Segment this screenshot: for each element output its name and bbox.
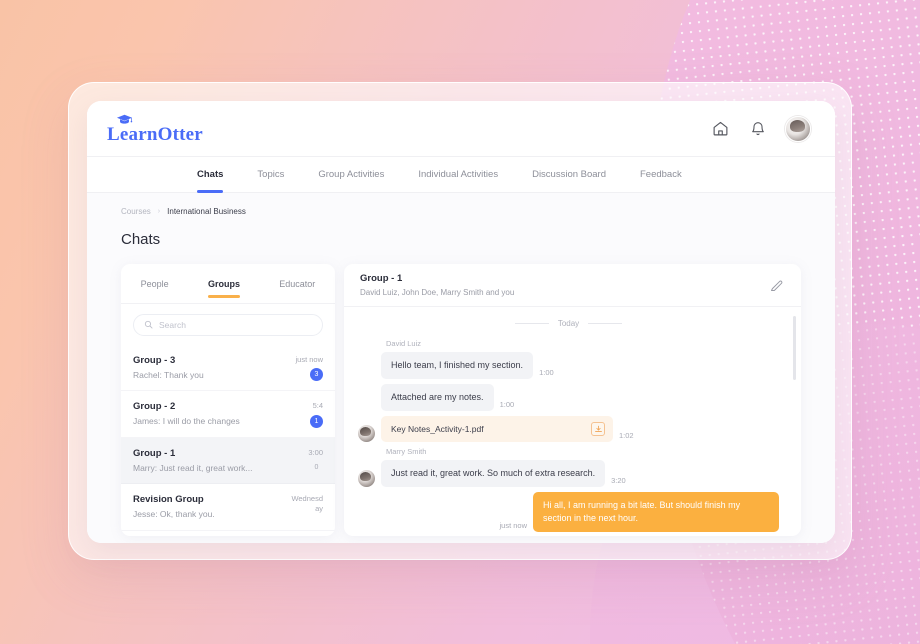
main-navigation: Chats Topics Group Activities Individual… <box>87 157 835 193</box>
app-header: LearnOtter <box>87 101 835 157</box>
search-input[interactable] <box>159 320 312 330</box>
breadcrumb-courses[interactable]: Courses <box>121 207 151 216</box>
list-item-meta: just now 3 <box>289 355 323 382</box>
conversation-list-tabs: People Groups Educator <box>121 264 335 304</box>
chat-layout: People Groups Educator Search Group - 3 … <box>121 264 801 536</box>
edit-pencil-icon[interactable] <box>768 277 785 294</box>
nav-tab-discussion-board[interactable]: Discussion Board <box>532 157 606 193</box>
conversation-header: Group - 1 David Luiz, John Doe, Marry Sm… <box>344 264 801 307</box>
list-item-time: Wednesday <box>291 494 323 513</box>
message-time: just now <box>499 521 527 531</box>
message-row: Key Notes_Activity-1.pdf 1:02 <box>358 416 779 443</box>
list-item-time: 5:4 <box>312 401 323 411</box>
breadcrumb-current: International Business <box>167 207 246 216</box>
tab-groups[interactable]: Groups <box>207 264 240 304</box>
conversation-list-panel: People Groups Educator Search Group - 3 … <box>121 264 335 536</box>
message-group-own: just now Hi all, I am running a bit late… <box>358 492 779 533</box>
nav-tab-individual-activities[interactable]: Individual Activities <box>418 157 498 193</box>
message-row: Attached are my notes. 1:00 <box>358 384 779 412</box>
conversation-header-main: Group - 1 David Luiz, John Doe, Marry Sm… <box>360 273 768 297</box>
list-item-preview: Jesse: Ok, thank you. <box>133 509 215 520</box>
conversation-panel: Group - 1 David Luiz, John Doe, Marry Sm… <box>344 264 801 536</box>
conversation-title: Group - 1 <box>360 273 403 284</box>
app-frame: LearnOtter Chats Topics Group Activities… <box>68 82 852 560</box>
app-card: LearnOtter Chats Topics Group Activities… <box>87 101 835 543</box>
conversation-members: David Luiz, John Doe, Marry Smith and yo… <box>360 288 515 297</box>
list-item-main: Revision Group Jesse: Ok, thank you. <box>133 494 283 520</box>
message-time: 3:20 <box>611 476 626 486</box>
divider-line-left <box>514 323 549 324</box>
search-icon <box>144 316 153 334</box>
list-item[interactable]: Revision Group Jesse: Ok, thank you. Wed… <box>121 484 335 531</box>
message-list-scrollbar[interactable] <box>793 316 796 380</box>
list-item[interactable]: Group - 3 Rachel: Thank you just now 3 <box>121 345 335 392</box>
list-item-unread-badge: 1 <box>310 414 323 428</box>
message-sender: David Luiz <box>386 339 422 348</box>
list-item[interactable]: Group - 2 James: I will do the changes 5… <box>121 391 335 438</box>
breadcrumb: Courses › International Business <box>121 207 801 216</box>
message-bubble-own[interactable]: Hi all, I am running a bit late. But sho… <box>533 492 779 533</box>
list-item-meta: 5:4 1 <box>289 401 323 428</box>
list-item-title: Group - 3 <box>133 355 176 366</box>
message-row: Just read it, great work. So much of ext… <box>358 460 779 488</box>
tab-educator[interactable]: Educator <box>279 264 315 304</box>
message-time: 1:00 <box>499 400 515 410</box>
list-item-selected[interactable]: Group - 1 Marry: Just read it, great wor… <box>121 437 335 485</box>
message-row-own: just now Hi all, I am running a bit late… <box>358 492 779 533</box>
list-item-main: Group - 1 Marry: Just read it, great wor… <box>133 448 283 474</box>
list-item-preview: James: I will do the changes <box>133 416 240 427</box>
list-item-preview: Rachel: Thank you <box>133 370 204 380</box>
list-item-title: Revision Group <box>133 494 204 506</box>
message-row: Hello team, I finished my section. 1:00 <box>358 352 779 380</box>
day-divider-label: Today <box>557 319 580 328</box>
brand-logo[interactable]: LearnOtter <box>107 112 203 146</box>
message-time: 1:02 <box>619 431 634 441</box>
nav-tab-chats[interactable]: Chats <box>197 157 224 193</box>
tab-people[interactable]: People <box>141 264 169 304</box>
message-sender: Marry Smith <box>386 447 427 457</box>
home-icon[interactable] <box>709 118 731 140</box>
download-icon[interactable] <box>591 422 605 437</box>
header-actions <box>709 115 811 142</box>
list-item-meta: 3:00 0 <box>289 448 323 474</box>
page-title: Chats <box>121 231 161 248</box>
conversation-list[interactable]: Group - 3 Rachel: Thank you just now 3 G… <box>121 345 335 536</box>
message-list[interactable]: Today David Luiz Hello team, I finished … <box>344 307 801 536</box>
file-attachment-bubble[interactable]: Key Notes_Activity-1.pdf <box>381 416 613 443</box>
nav-tab-feedback[interactable]: Feedback <box>640 157 682 193</box>
sender-avatar <box>358 470 375 488</box>
list-item-unread-badge: 3 <box>310 368 323 382</box>
message-bubble[interactable]: Hello team, I finished my section. <box>381 352 534 380</box>
list-item-time: just now <box>295 355 323 364</box>
sender-avatar <box>358 425 375 443</box>
list-item-preview: Marry: Just read it, great work... <box>133 462 253 473</box>
day-divider: Today <box>358 319 779 328</box>
page-background: LearnOtter Chats Topics Group Activities… <box>0 0 920 644</box>
list-item-title: Group - 1 <box>133 447 176 459</box>
avatar-spacer <box>358 394 375 411</box>
message-group: Marry Smith Just read it, great work. So… <box>358 447 779 488</box>
brand-name: LearnOtter <box>107 123 203 145</box>
list-item-main: Group - 3 Rachel: Thank you <box>133 355 283 381</box>
search-row <box>121 304 335 345</box>
avatar-spacer <box>358 362 375 379</box>
search-box[interactable] <box>133 314 323 336</box>
page-body: Courses › International Business Chats P… <box>87 193 835 543</box>
list-item-unread-badge: 0 <box>314 464 319 472</box>
list-item-title: Group - 2 <box>133 401 176 413</box>
nav-tab-group-activities[interactable]: Group Activities <box>318 157 384 193</box>
file-name: Key Notes_Activity-1.pdf <box>391 423 484 434</box>
breadcrumb-separator-icon: › <box>157 208 161 215</box>
nav-tab-topics[interactable]: Topics <box>257 157 284 193</box>
avatar[interactable] <box>785 115 811 142</box>
message-bubble[interactable]: Attached are my notes. <box>381 384 494 412</box>
message-time: 1:00 <box>539 368 554 378</box>
list-item-meta: Wednesday <box>289 494 323 520</box>
list-item-time: 3:00 <box>308 447 323 457</box>
list-item-main: Group - 2 James: I will do the changes <box>133 401 283 427</box>
bell-icon[interactable] <box>747 118 769 140</box>
message-bubble[interactable]: Just read it, great work. So much of ext… <box>381 460 606 488</box>
message-group: David Luiz Hello team, I finished my sec… <box>358 339 779 443</box>
divider-line-right <box>588 323 623 324</box>
